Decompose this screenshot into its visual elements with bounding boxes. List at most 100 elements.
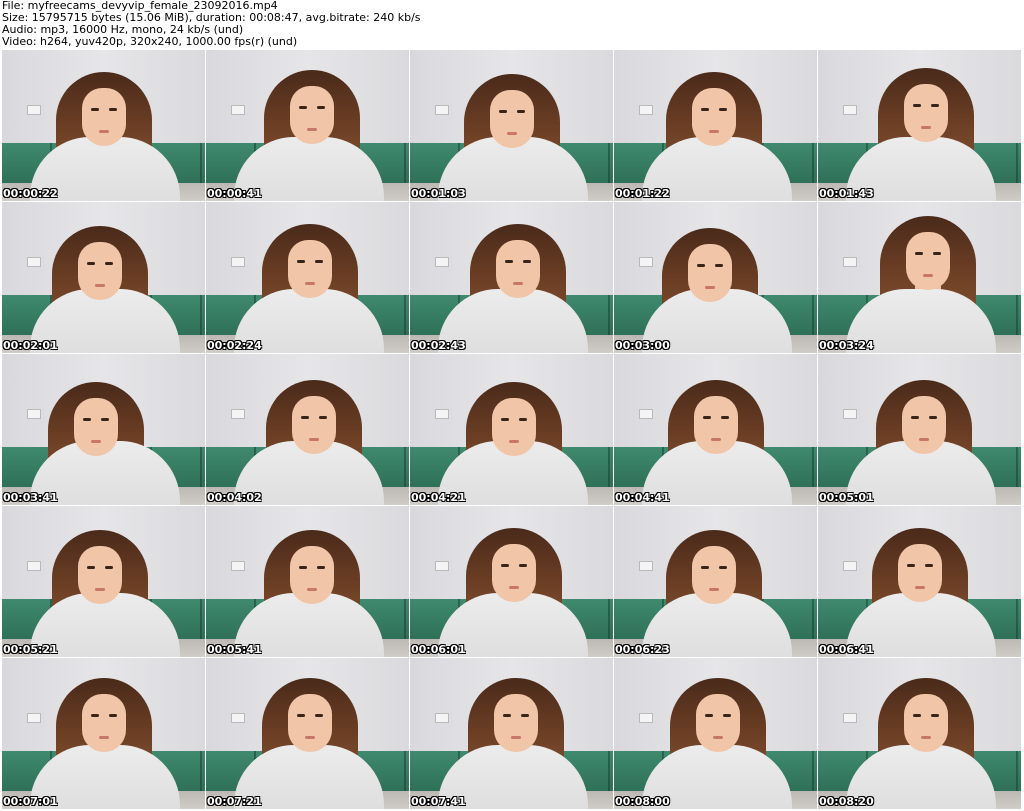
right-eye — [519, 564, 527, 567]
left-eye — [499, 110, 507, 113]
light-switch — [639, 257, 653, 267]
left-eye — [87, 566, 95, 569]
left-eye — [501, 418, 509, 421]
left-eye — [87, 262, 95, 265]
thumbnail-timestamp: 00:06:23 — [615, 643, 670, 656]
right-eye — [723, 714, 731, 717]
right-eye — [109, 714, 117, 717]
left-eye — [697, 264, 705, 267]
left-eye — [503, 714, 511, 717]
light-switch — [435, 561, 449, 571]
mouth — [513, 282, 523, 285]
face — [492, 398, 536, 456]
video-thumbnail: 00:04:21 — [410, 354, 613, 505]
video-thumbnail: 00:05:21 — [2, 506, 205, 657]
video-thumbnail: 00:06:41 — [818, 506, 1021, 657]
thumbnail-timestamp: 00:05:01 — [819, 491, 874, 504]
left-eye — [705, 714, 713, 717]
left-eye — [701, 566, 709, 569]
light-switch — [843, 257, 857, 267]
mouth — [507, 132, 517, 135]
mouth — [99, 736, 109, 739]
light-switch — [231, 561, 245, 571]
face — [288, 240, 332, 298]
right-eye — [101, 418, 109, 421]
face — [694, 396, 738, 454]
face — [74, 398, 118, 456]
right-eye — [721, 416, 729, 419]
left-eye — [913, 104, 921, 107]
right-eye — [933, 252, 941, 255]
light-switch — [435, 105, 449, 115]
thumbnail-timestamp: 00:02:01 — [3, 339, 58, 352]
light-switch — [231, 257, 245, 267]
face — [688, 244, 732, 302]
video-thumbnail: 00:01:03 — [410, 50, 613, 201]
light-switch — [27, 409, 41, 419]
light-switch — [843, 409, 857, 419]
thumbnail-timestamp: 00:04:02 — [207, 491, 262, 504]
video-thumbnail: 00:08:00 — [614, 658, 817, 809]
video-thumbnail: 00:02:24 — [206, 202, 409, 353]
light-switch — [639, 713, 653, 723]
mouth — [509, 586, 519, 589]
face — [496, 240, 540, 298]
light-switch — [843, 713, 857, 723]
light-switch — [435, 409, 449, 419]
mouth — [307, 128, 317, 131]
right-eye — [517, 110, 525, 113]
face — [494, 694, 538, 752]
thumbnail-timestamp: 00:03:41 — [3, 491, 58, 504]
video-thumbnail: 00:07:21 — [206, 658, 409, 809]
light-switch — [231, 105, 245, 115]
right-eye — [925, 564, 933, 567]
video-thumbnail: 00:02:01 — [2, 202, 205, 353]
video-thumbnail: 00:06:01 — [410, 506, 613, 657]
thumbnail-timestamp: 00:02:24 — [207, 339, 262, 352]
light-switch — [231, 713, 245, 723]
left-eye — [301, 416, 309, 419]
light-switch — [639, 105, 653, 115]
mouth — [919, 438, 929, 441]
thumbnail-timestamp: 00:04:41 — [615, 491, 670, 504]
right-eye — [521, 714, 529, 717]
video-thumbnail: 00:05:41 — [206, 506, 409, 657]
thumbnail-timestamp: 00:04:21 — [411, 491, 466, 504]
mouth — [511, 736, 521, 739]
face — [906, 232, 950, 290]
face — [904, 694, 948, 752]
video-thumbnail: 00:06:23 — [614, 506, 817, 657]
right-eye — [315, 714, 323, 717]
video-thumbnail: 00:02:43 — [410, 202, 613, 353]
right-eye — [719, 566, 727, 569]
light-switch — [27, 713, 41, 723]
face — [898, 544, 942, 602]
face — [78, 242, 122, 300]
mouth — [921, 736, 931, 739]
mouth — [309, 438, 319, 441]
mouth — [307, 588, 317, 591]
video-info-line: Video: h264, yuv420p, 320x240, 1000.00 f… — [2, 35, 298, 48]
mouth — [923, 274, 933, 277]
thumbnail-timestamp: 00:00:41 — [207, 187, 262, 200]
right-eye — [719, 108, 727, 111]
left-eye — [91, 108, 99, 111]
face — [82, 694, 126, 752]
video-info-header: File: myfreecams_devyvip_female_23092016… — [2, 0, 1022, 48]
face — [902, 396, 946, 454]
right-eye — [931, 104, 939, 107]
video-thumbnail: 00:00:22 — [2, 50, 205, 201]
left-eye — [915, 252, 923, 255]
right-eye — [319, 416, 327, 419]
video-thumbnail: 00:00:41 — [206, 50, 409, 201]
mouth — [711, 438, 721, 441]
video-thumbnail: 00:03:24 — [818, 202, 1021, 353]
left-eye — [703, 416, 711, 419]
left-eye — [501, 564, 509, 567]
thumbnail-timestamp: 00:02:43 — [411, 339, 466, 352]
thumbnail-grid: 00:00:22 00:00:41 00:01:03 00:01:22 00:01:43… — [2, 50, 1024, 810]
left-eye — [299, 566, 307, 569]
video-thumbnail: 00:01:43 — [818, 50, 1021, 201]
mouth — [91, 440, 101, 443]
face — [904, 84, 948, 142]
